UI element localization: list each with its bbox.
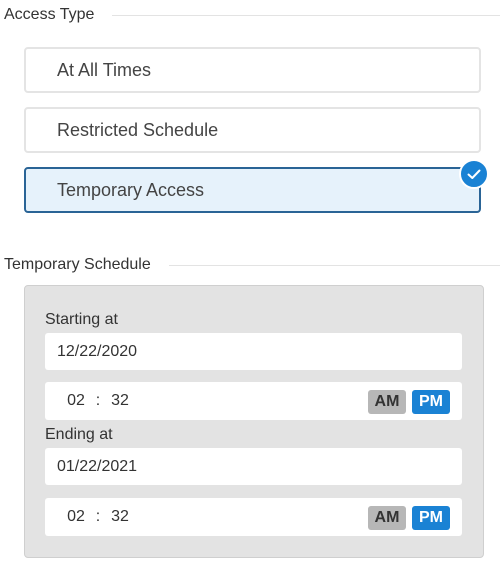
header-divider [168,264,500,266]
temporary-schedule-header: Temporary Schedule [4,255,500,275]
end-time-input: 02 : 32 AM PM [45,498,462,536]
start-time-input: 02 : 32 AM PM [45,382,462,420]
header-divider [112,14,500,16]
end-pm-button[interactable]: PM [412,506,450,530]
start-am-button[interactable]: AM [368,390,406,414]
checkmark-icon [459,159,489,189]
start-minute-field[interactable]: 32 [109,392,131,410]
option-at-all-times[interactable]: At All Times [24,47,481,93]
end-date-input[interactable]: 01/22/2021 [45,448,462,485]
start-time-value: 02 : 32 [65,382,131,420]
option-label: Restricted Schedule [57,119,219,140]
end-date-value: 01/22/2021 [57,457,138,475]
option-restricted-schedule[interactable]: Restricted Schedule [24,107,481,153]
access-type-header: Access Type [4,5,500,25]
end-minute-field[interactable]: 32 [109,508,131,526]
time-separator: : [95,508,101,525]
time-separator: : [95,392,101,409]
temporary-schedule-title: Temporary Schedule [4,256,151,273]
starting-at-label: Starting at [45,311,118,328]
schedule-panel: Starting at 12/22/2020 02 : 32 AM PM End… [24,285,484,558]
end-time-value: 02 : 32 [65,498,131,536]
start-pm-button[interactable]: PM [412,390,450,414]
start-hour-field[interactable]: 02 [65,392,87,410]
start-date-input[interactable]: 12/22/2020 [45,333,462,370]
access-type-title: Access Type [4,6,95,23]
end-hour-field[interactable]: 02 [65,508,87,526]
option-label: Temporary Access [57,179,205,200]
option-temporary-access[interactable]: Temporary Access [24,159,489,213]
start-date-value: 12/22/2020 [57,342,138,360]
ending-at-label: Ending at [45,426,113,443]
option-label: At All Times [57,59,152,80]
end-am-button[interactable]: AM [368,506,406,530]
